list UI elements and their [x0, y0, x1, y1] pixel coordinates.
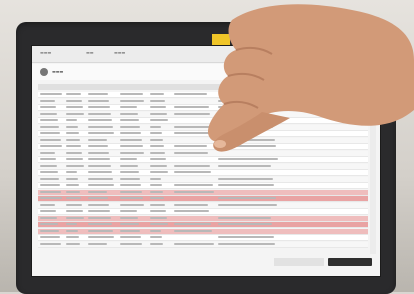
- hand-shape: [207, 4, 414, 142]
- fingernail: [214, 140, 226, 148]
- pointing-hand: [207, 4, 414, 152]
